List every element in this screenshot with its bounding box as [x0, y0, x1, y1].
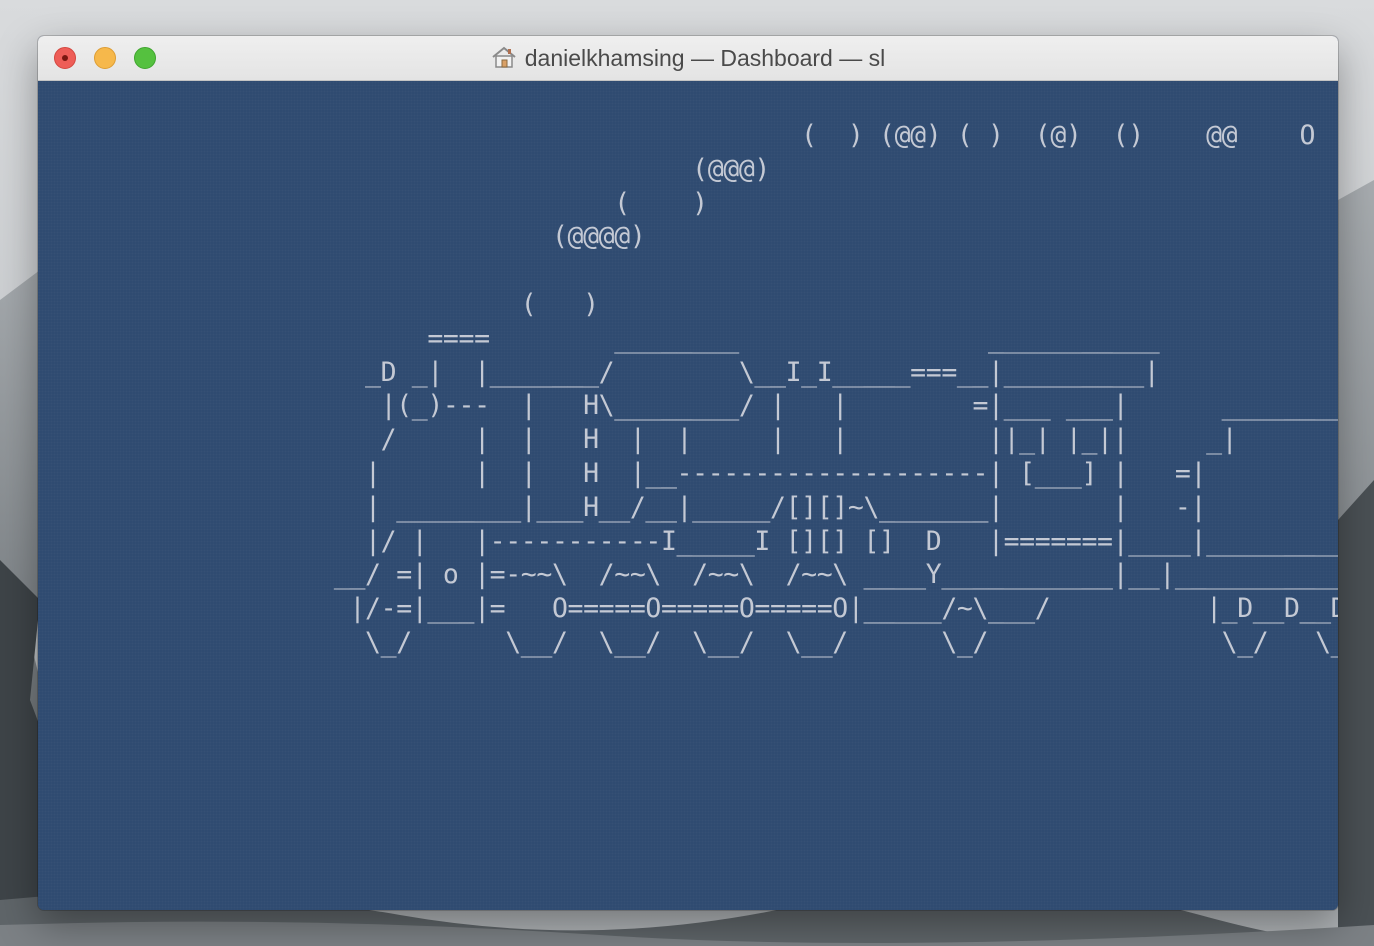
terminal-line: ( ) [38, 288, 599, 320]
terminal-output: ( ) (@@) ( ) (@) () @@ O @ O (@@@) ( ) (… [38, 119, 1338, 660]
terminal-window: danielkhamsing — Dashboard — sl ( ) (@@)… [38, 36, 1338, 910]
terminal-line: |/ | |-----------I_____I [][] [] D |====… [38, 525, 1338, 557]
terminal-line: ( ) (@@) ( ) (@) () @@ O @ O [801, 120, 1316, 151]
terminal-line: __/ =| o |=-~~\ /~~\ /~~\ /~~\ ____Y____… [38, 559, 1338, 591]
window-title-text: danielkhamsing — Dashboard — sl [524, 45, 886, 71]
terminal-line: | ________|___H__/__|_____/[][]~\_______… [38, 491, 1207, 523]
terminal-line: ==== ________ ___________ [38, 322, 1160, 354]
title-bar[interactable]: danielkhamsing — Dashboard — sl [38, 36, 1338, 81]
terminal-line: |(_)--- | H\________/ | | =|___ ___| ___… [380, 390, 1338, 422]
window-title: danielkhamsing — Dashboard — sl [38, 45, 1338, 72]
terminal-line: | | | H |__--------------------| [___] |… [38, 457, 1207, 489]
terminal-line: / | | H | | | | ||_| |_|| _| [38, 424, 1238, 456]
terminal-line: ( ) [38, 187, 708, 219]
home-icon [492, 46, 516, 68]
terminal-line: |/-=|___|= O=====O=====O=====O|_____/~\_… [38, 593, 1338, 625]
terminal-content[interactable]: ( ) (@@) ( ) (@) () @@ O @ O (@@@) ( ) (… [38, 81, 1338, 910]
terminal-line: (@@@@) [38, 221, 646, 253]
terminal-line: _D _| |_______/ \__I_I_____===__|_______… [38, 356, 1160, 388]
terminal-line: (@@@) [38, 153, 770, 185]
terminal-line: \_/ \__/ \__/ \__/ \__/ \_/ \_/ \_/ [38, 626, 1338, 658]
